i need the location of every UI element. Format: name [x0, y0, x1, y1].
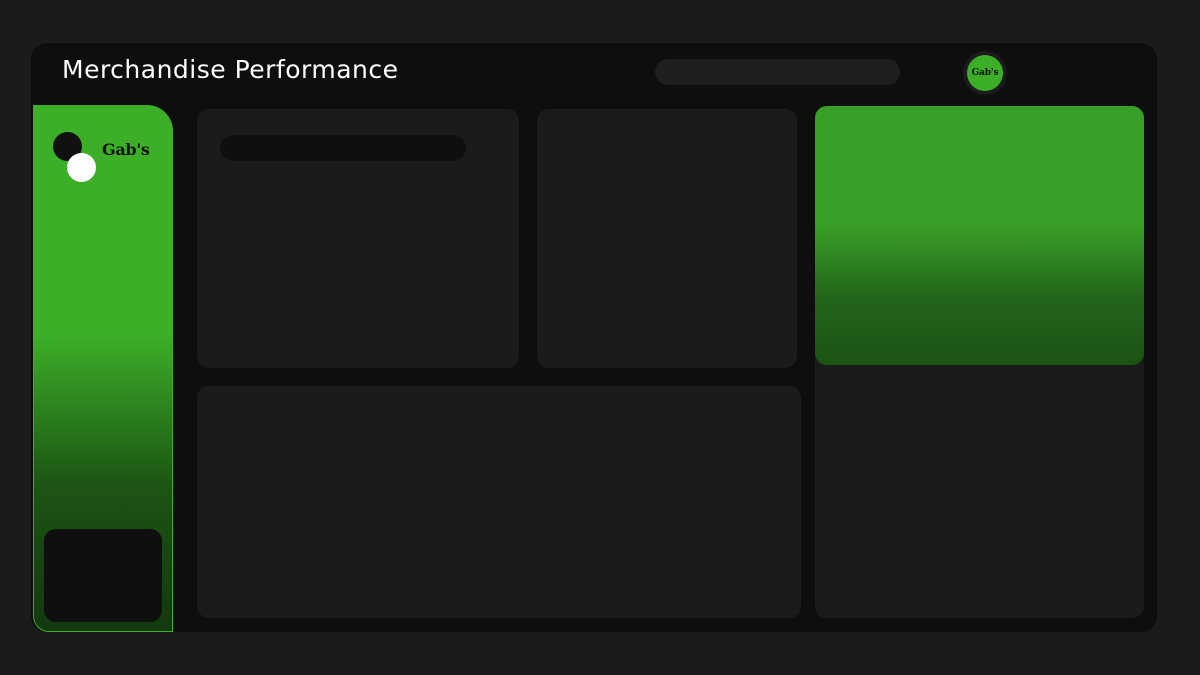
search-bar[interactable]	[655, 59, 900, 85]
feature-panel[interactable]	[815, 106, 1144, 365]
card-top-middle[interactable]	[537, 109, 797, 368]
avatar[interactable]: Gab's	[967, 55, 1003, 91]
logo-light-circle	[67, 153, 96, 182]
card-bottom-wide[interactable]	[197, 386, 801, 618]
page-title: Merchandise Performance	[62, 55, 399, 84]
sidebar: Gab's	[33, 105, 173, 632]
sidebar-logo-text: Gab's	[102, 140, 150, 159]
card-pill	[220, 135, 466, 161]
card-top-left[interactable]	[197, 109, 519, 368]
sidebar-card[interactable]	[44, 529, 162, 622]
avatar-label: Gab's	[971, 68, 999, 78]
